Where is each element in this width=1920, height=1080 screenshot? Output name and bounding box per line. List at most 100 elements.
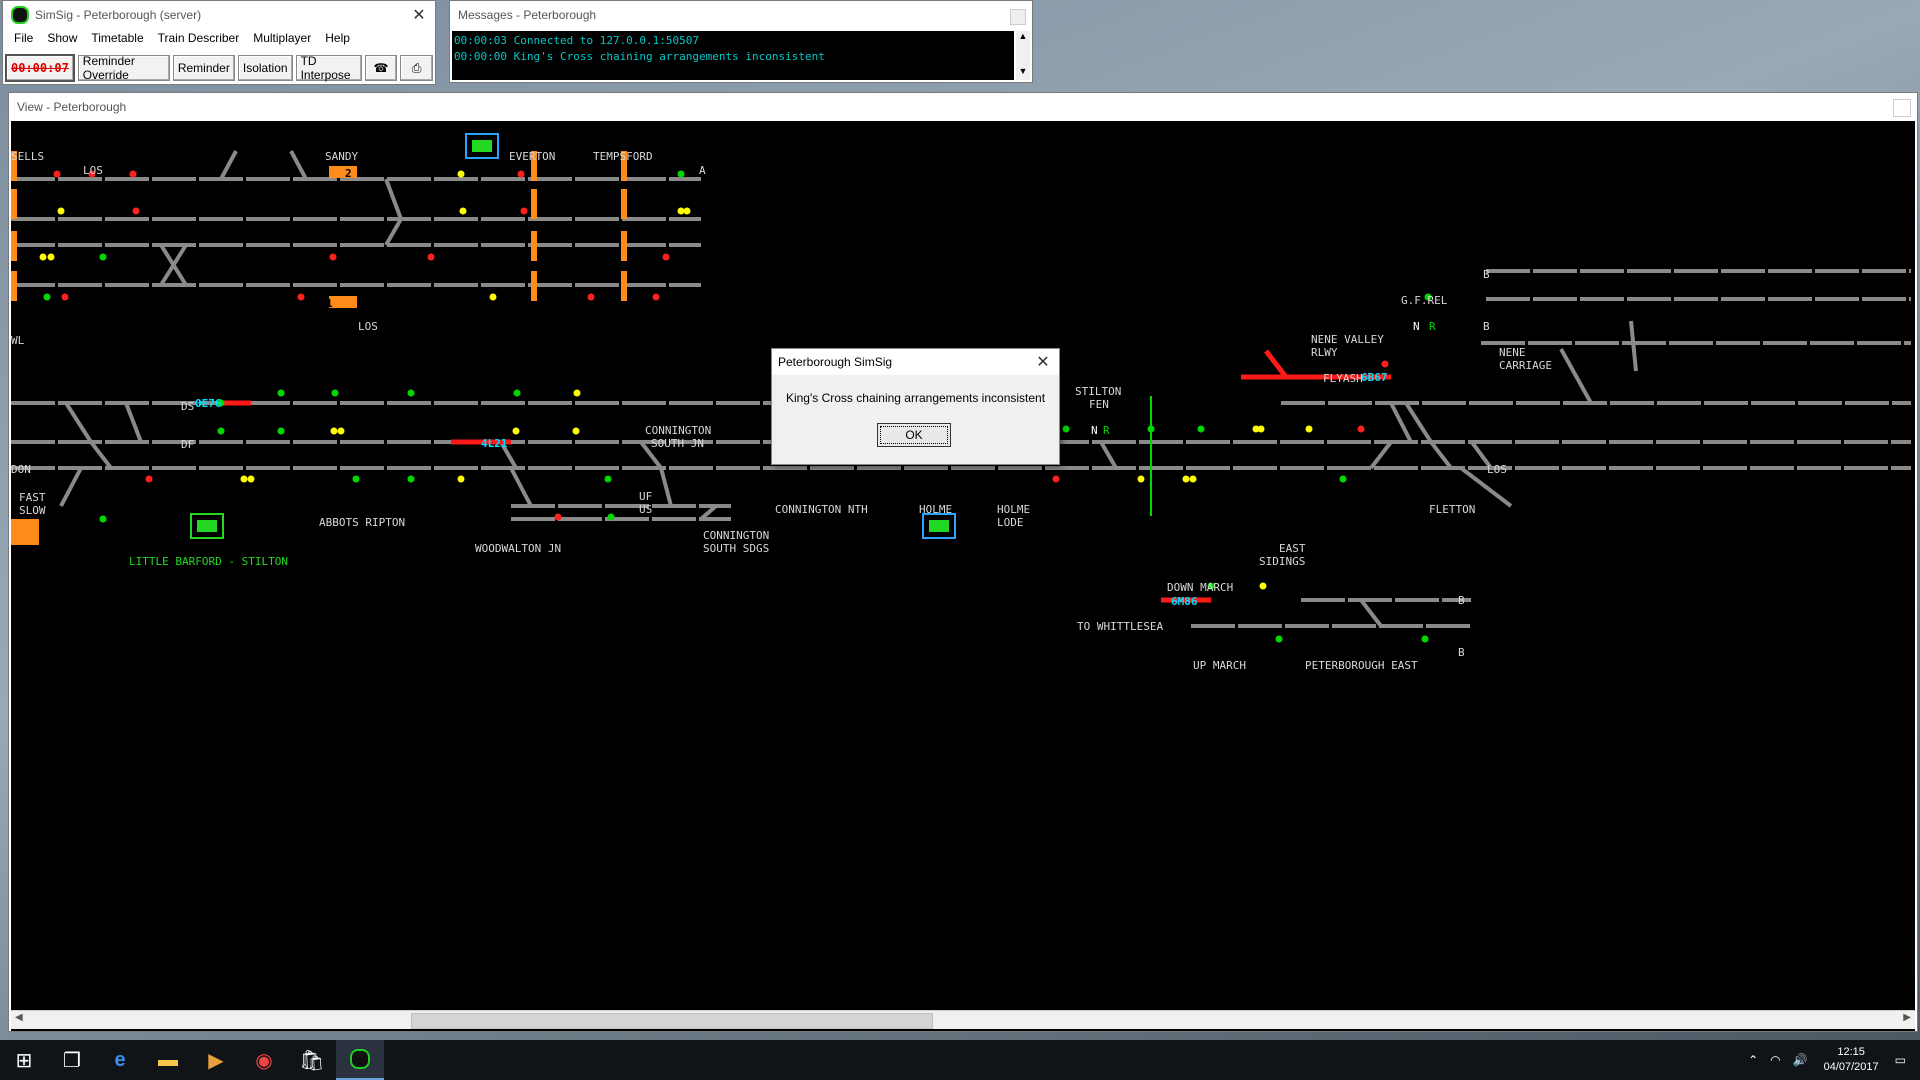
messages-titlebar[interactable]: Messages - Peterborough xyxy=(450,1,1032,29)
task-view-icon: ❐ xyxy=(63,1049,81,1072)
close-icon[interactable]: ✕ xyxy=(409,5,429,25)
file-explorer-button[interactable]: ▬ xyxy=(144,1040,192,1080)
start-button[interactable]: ⊞ xyxy=(0,1040,48,1080)
media-icon: ▶ xyxy=(208,1049,224,1072)
signal-aspect xyxy=(247,475,255,483)
panel-label: LOS xyxy=(83,164,103,177)
track-crossover xyxy=(124,402,143,443)
panel-label: FLETTON xyxy=(1429,503,1475,516)
panel-label: FAST xyxy=(19,491,46,504)
signal-aspect xyxy=(329,253,337,261)
task-view-button[interactable]: ❐ xyxy=(48,1040,96,1080)
printer-icon: ⎙ xyxy=(411,60,422,75)
signal-aspect xyxy=(457,475,465,483)
menu-timetable[interactable]: Timetable xyxy=(84,29,150,49)
taskbar-clock[interactable]: 12:15 04/07/2017 xyxy=(1824,1045,1879,1075)
simsig-logo-icon xyxy=(11,6,29,24)
panel-label: STILTON xyxy=(1075,385,1121,398)
signal-aspect xyxy=(683,207,691,215)
chrome-button[interactable]: ◉ xyxy=(240,1040,288,1080)
dialog-message: King's Cross chaining arrangements incon… xyxy=(785,391,1046,405)
store-icon: 🛍 xyxy=(299,1049,325,1072)
view-horizontal-scrollbar[interactable]: ◀ ▶ xyxy=(11,1010,1915,1029)
platform-block xyxy=(621,231,627,261)
menu-train-describer[interactable]: Train Describer xyxy=(151,29,247,49)
scroll-down-icon[interactable]: ▼ xyxy=(1016,66,1030,80)
menu-help[interactable]: Help xyxy=(318,29,357,49)
scroll-right-icon[interactable]: ▶ xyxy=(1903,1012,1911,1023)
message-line: 00:00:03 Connected to 127.0.0.1:50507 xyxy=(454,34,700,47)
panel-label: ABBOTS RIPTON xyxy=(319,516,405,529)
scroll-thumb[interactable] xyxy=(411,1013,933,1029)
td-interpose-button[interactable]: TD Interpose xyxy=(295,54,362,82)
panel-diagram[interactable]: SELLS LOS SANDY EVERTON TEMPSFORD A LOS WL DS DF D… xyxy=(11,121,1915,1031)
panel-label: R xyxy=(1429,320,1436,333)
phone-box-little-barford-fill xyxy=(197,520,217,532)
panel-label: SELLS xyxy=(11,150,44,163)
menu-show[interactable]: Show xyxy=(40,29,84,49)
signal-aspect xyxy=(572,427,580,435)
menu-file[interactable]: File xyxy=(7,29,40,49)
view-titlebar[interactable]: View - Peterborough xyxy=(9,93,1917,121)
view-close-icon[interactable] xyxy=(1893,99,1911,117)
main-window-titlebar[interactable]: SimSig - Peterborough (server) xyxy=(3,1,435,29)
platform-block xyxy=(11,519,39,545)
ok-button[interactable]: OK xyxy=(877,423,951,447)
panel-label: FLYASH xyxy=(1323,372,1363,385)
signal-aspect xyxy=(99,253,107,261)
platform-block xyxy=(329,166,357,178)
signal-aspect xyxy=(512,427,520,435)
signal-aspect xyxy=(517,170,525,178)
scroll-left-icon[interactable]: ◀ xyxy=(15,1012,23,1023)
signal-aspect xyxy=(457,170,465,178)
signal-aspect xyxy=(240,475,248,483)
printer-button[interactable]: ⎙ xyxy=(400,55,434,81)
reminder-override-button[interactable]: Reminder Override xyxy=(77,54,170,82)
signal-aspect xyxy=(520,207,528,215)
panel-label: SIDINGS xyxy=(1259,555,1305,568)
volume-icon[interactable]: 🔊 xyxy=(1793,1053,1808,1067)
dialog-close-icon[interactable]: ✕ xyxy=(1033,352,1053,372)
signal-aspect xyxy=(677,170,685,178)
signal-aspect xyxy=(1421,635,1429,643)
telephone-button[interactable]: ☎ xyxy=(364,55,398,81)
signal-aspect xyxy=(1259,582,1267,590)
messages-window: Messages - Peterborough 00:00:03 Connect… xyxy=(449,0,1033,83)
signal-aspect xyxy=(61,293,69,301)
sim-clock[interactable]: 00:00:07 xyxy=(5,54,75,82)
panel-label: PETERBOROUGH EAST xyxy=(1305,659,1418,672)
store-button[interactable]: 🛍 xyxy=(288,1040,336,1080)
platform-block xyxy=(621,271,627,301)
dialog-titlebar[interactable]: Peterborough SimSig xyxy=(772,349,1059,375)
wifi-icon[interactable]: ◠ xyxy=(1770,1053,1780,1067)
menu-multiplayer[interactable]: Multiplayer xyxy=(246,29,318,49)
signal-aspect xyxy=(129,170,137,178)
folder-icon: ▬ xyxy=(158,1048,178,1071)
signal-aspect xyxy=(1357,425,1365,433)
signal-aspect xyxy=(47,253,55,261)
panel-label: US xyxy=(639,503,652,516)
signal-aspect xyxy=(145,475,153,483)
error-dialog: Peterborough SimSig ✕ King's Cross chain… xyxy=(771,348,1060,465)
simsig-taskbar-button[interactable] xyxy=(336,1040,384,1080)
signal-aspect xyxy=(1197,425,1205,433)
scroll-up-icon[interactable]: ▲ xyxy=(1016,31,1030,45)
main-toolbar: 00:00:07 Reminder Override Reminder Isol… xyxy=(5,53,434,83)
messages-scrollbar[interactable]: ▲ ▼ xyxy=(1016,31,1030,80)
chevron-up-icon[interactable]: ⌃ xyxy=(1748,1053,1758,1067)
telephone-icon: ☎ xyxy=(373,61,389,75)
track-crossover xyxy=(289,150,308,180)
signalling-panel[interactable]: SELLS LOS SANDY EVERTON TEMPSFORD A LOS WL DS DF D… xyxy=(11,121,1915,1031)
messages-close-icon[interactable] xyxy=(1010,9,1026,25)
signal-aspect xyxy=(1062,425,1070,433)
panel-label: CONNINGTON xyxy=(645,424,711,437)
reminder-button[interactable]: Reminder xyxy=(172,55,235,81)
isolation-button[interactable]: Isolation xyxy=(237,55,293,81)
media-button[interactable]: ▶ xyxy=(192,1040,240,1080)
notifications-icon[interactable]: ▭ xyxy=(1895,1053,1906,1067)
track-crossover xyxy=(1629,320,1638,372)
panel-label: LITTLE BARFORD - STILTON xyxy=(129,555,288,568)
signal-aspect xyxy=(352,475,360,483)
edge-button[interactable]: e xyxy=(96,1040,144,1080)
panel-label: WL xyxy=(11,334,25,347)
